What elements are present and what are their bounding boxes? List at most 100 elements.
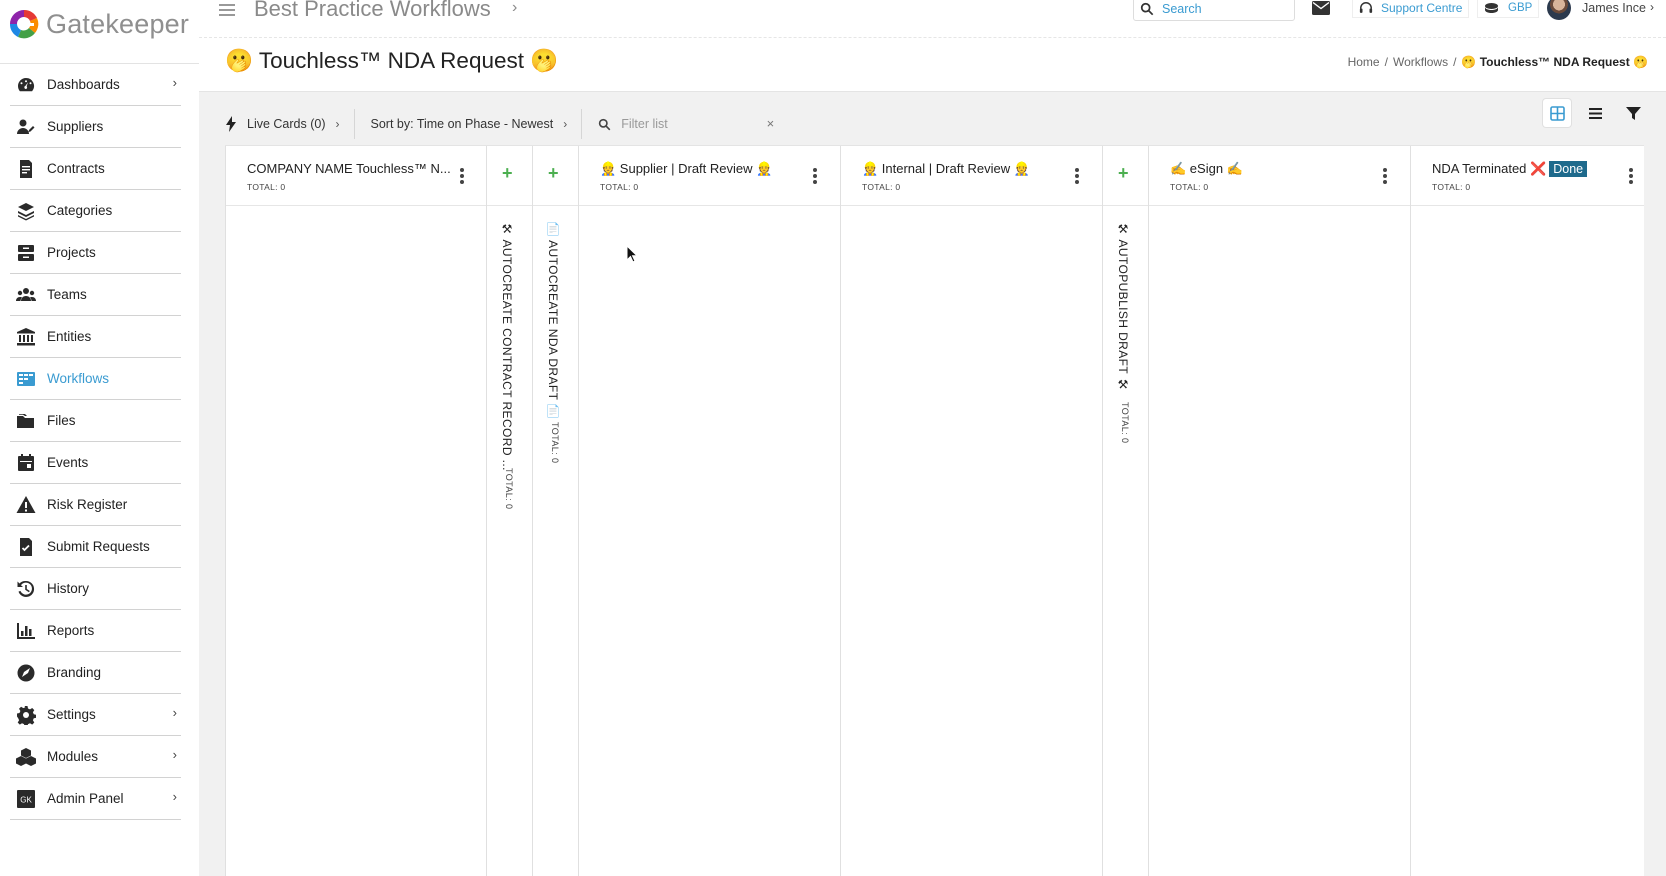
sidebar-item-categories[interactable]: Categories xyxy=(10,190,181,232)
chevron-right-icon: › xyxy=(172,705,177,720)
sidebar-item-label: Files xyxy=(47,413,76,428)
view-switcher xyxy=(1543,99,1647,127)
brand-name: Gatekeeper xyxy=(46,8,190,39)
grid-view-button[interactable] xyxy=(1543,99,1571,127)
funnel-icon xyxy=(1625,106,1641,120)
column-menu-icon[interactable] xyxy=(1383,168,1387,184)
sidebar-item-suppliers[interactable]: Suppliers xyxy=(10,106,181,148)
sidebar-item-events[interactable]: Events xyxy=(10,442,181,484)
list-view-button[interactable] xyxy=(1581,99,1609,127)
automation-title[interactable]: 📄 AUTOCREATE NDA DRAFT 📄 xyxy=(546,222,560,419)
clear-filter-icon[interactable]: × xyxy=(767,116,775,131)
sidebar-item-label: Events xyxy=(47,455,89,470)
sidebar-item-risk-register[interactable]: Risk Register xyxy=(10,484,181,526)
currency-selector[interactable]: GBP xyxy=(1477,0,1540,18)
sidebar-item-contracts[interactable]: Contracts xyxy=(10,148,181,190)
column-title[interactable]: ✍️ eSign ✍️ xyxy=(1170,161,1243,177)
column-menu-icon[interactable] xyxy=(1075,168,1079,184)
sidebar-item-label: Teams xyxy=(47,287,87,302)
search-icon xyxy=(599,118,611,130)
brand-logo[interactable]: Gatekeeper xyxy=(8,4,189,44)
sidebar-item-teams[interactable]: Teams xyxy=(10,274,181,316)
automation-header: + xyxy=(1103,146,1148,206)
dashboard-icon xyxy=(15,74,37,96)
automation-column: + 📄 AUTOCREATE NDA DRAFT 📄 TOTAL: 0 xyxy=(532,146,578,876)
warning-icon xyxy=(15,494,37,516)
calendar-icon xyxy=(15,452,37,474)
workflow-group-title[interactable]: Best Practice Workflows xyxy=(254,0,491,22)
chevron-right-icon: › xyxy=(563,117,568,131)
sort-label: Sort by: Time on Phase - Newest xyxy=(370,117,554,131)
column-menu-icon[interactable] xyxy=(813,168,817,184)
filter-list[interactable]: × xyxy=(598,109,774,139)
filter-button[interactable] xyxy=(1619,99,1647,127)
column-total: TOTAL: 0 xyxy=(862,182,901,192)
automation-total: TOTAL: 0 xyxy=(550,422,560,464)
sidebar-item-modules[interactable]: Modules › xyxy=(10,736,181,778)
sidebar-item-submit-requests[interactable]: Submit Requests xyxy=(10,526,181,568)
chevron-right-icon: › xyxy=(172,747,177,762)
user-name[interactable]: James Ince xyxy=(1582,1,1646,15)
branding-icon xyxy=(15,662,37,684)
add-automation-icon[interactable]: + xyxy=(548,163,559,184)
sidebar-item-branding[interactable]: Branding xyxy=(10,652,181,694)
done-badge: Done xyxy=(1549,161,1588,177)
hamburger-menu-icon[interactable] xyxy=(219,4,235,16)
automation-title[interactable]: ⚒ AUTOPUBLISH DRAFT ⚒ xyxy=(1116,222,1130,392)
board-column: COMPANY NAME Touchless™ N... TOTAL: 0 xyxy=(225,146,486,876)
sort-button[interactable]: Sort by: Time on Phase - Newest › xyxy=(371,109,583,139)
sidebar: Gatekeeper Dashboards › Suppliers Contra… xyxy=(0,0,199,876)
column-header: 👷 Internal | Draft Review 👷 TOTAL: 0 xyxy=(841,146,1102,206)
sidebar-item-files[interactable]: Files xyxy=(10,400,181,442)
column-total: TOTAL: 0 xyxy=(1170,182,1209,192)
coins-icon xyxy=(1485,2,1498,13)
sidebar-item-projects[interactable]: Projects xyxy=(10,232,181,274)
sidebar-item-history[interactable]: History xyxy=(10,568,181,610)
sidebar-item-label: Settings xyxy=(47,707,96,722)
column-title[interactable]: 👷 Supplier | Draft Review 👷 xyxy=(600,161,772,177)
avatar[interactable] xyxy=(1547,0,1571,20)
sidebar-item-entities[interactable]: Entities xyxy=(10,316,181,358)
red-x-icon: ❌ xyxy=(1530,161,1547,176)
mail-icon[interactable] xyxy=(1312,1,1330,15)
breadcrumb-workflows[interactable]: Workflows xyxy=(1393,55,1448,69)
add-automation-icon[interactable]: + xyxy=(502,163,513,184)
sidebar-item-workflows[interactable]: Workflows xyxy=(10,358,181,400)
automation-title[interactable]: ⚒ AUTOCREATE CONTRACT RECORD ... xyxy=(500,222,514,471)
column-menu-icon[interactable] xyxy=(460,168,464,184)
live-cards-button[interactable]: Live Cards (0) › xyxy=(225,109,355,139)
sidebar-item-admin-panel[interactable]: GK Admin Panel › xyxy=(10,778,181,820)
sidebar-item-reports[interactable]: Reports xyxy=(10,610,181,652)
sidebar-item-label: Reports xyxy=(47,623,95,638)
automation-header: + xyxy=(533,146,578,206)
reports-icon xyxy=(15,620,37,642)
workflows-icon xyxy=(15,368,37,390)
contract-icon xyxy=(15,158,37,180)
bank-icon xyxy=(15,326,37,348)
kanban-board: COMPANY NAME Touchless™ N... TOTAL: 0 + … xyxy=(225,145,1644,876)
column-title[interactable]: COMPANY NAME Touchless™ N... xyxy=(247,161,451,176)
automation-total: TOTAL: 0 xyxy=(1120,402,1130,444)
board-column: 👷 Supplier | Draft Review 👷 TOTAL: 0 xyxy=(578,146,840,876)
search-input[interactable] xyxy=(1162,2,1282,16)
sidebar-item-dashboards[interactable]: Dashboards › xyxy=(10,64,181,106)
sidebar-item-label: Branding xyxy=(47,665,102,680)
sidebar-item-label: Workflows xyxy=(47,371,110,386)
breadcrumb-home[interactable]: Home xyxy=(1348,55,1380,69)
sidebar-item-settings[interactable]: Settings › xyxy=(10,694,181,736)
filter-input[interactable] xyxy=(621,117,752,131)
column-menu-icon[interactable] xyxy=(1629,168,1633,184)
add-automation-icon[interactable]: + xyxy=(1118,163,1129,184)
column-title[interactable]: NDA Terminated ❌ Done xyxy=(1432,161,1588,177)
support-centre-button[interactable]: Support Centre xyxy=(1352,0,1470,18)
sidebar-item-label: History xyxy=(47,581,90,596)
sidebar-item-label: Modules xyxy=(47,749,99,764)
gk-icon: GK xyxy=(15,788,37,810)
headset-icon xyxy=(1359,2,1373,13)
support-centre-label: Support Centre xyxy=(1381,1,1463,15)
column-title[interactable]: 👷 Internal | Draft Review 👷 xyxy=(862,161,1030,177)
grid-icon xyxy=(1549,105,1565,121)
global-search[interactable] xyxy=(1133,0,1295,21)
supplier-icon xyxy=(15,116,37,138)
page-header: 🫢 Touchless™ NDA Request 🫢 Home / Workfl… xyxy=(199,38,1666,92)
